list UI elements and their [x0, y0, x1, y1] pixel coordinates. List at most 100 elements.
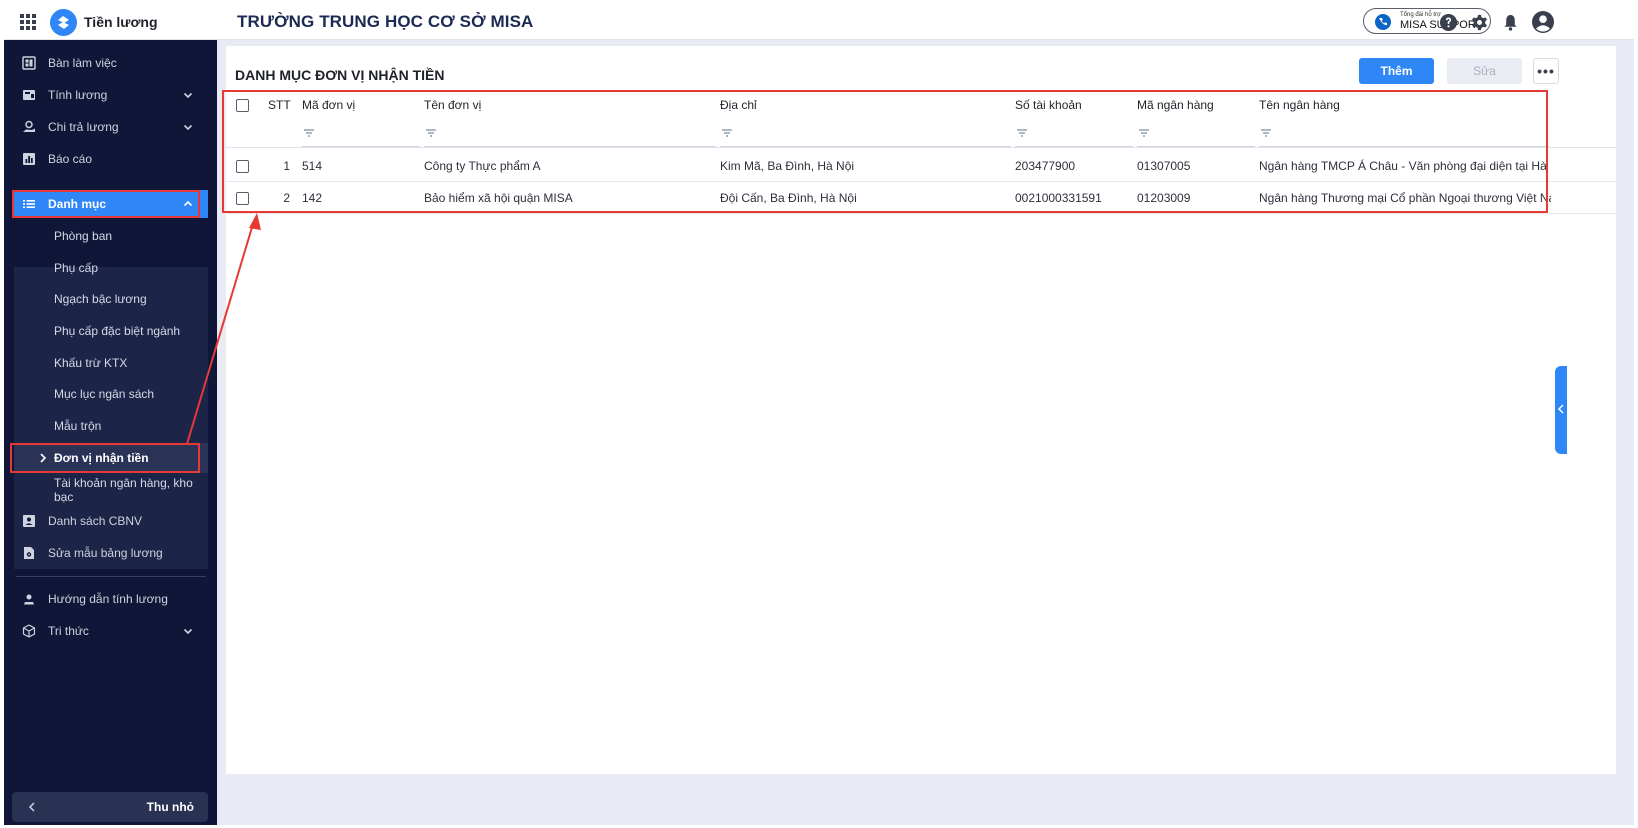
chevron-down-icon: [182, 89, 194, 101]
sidebar-item-reports[interactable]: Báo cáo: [14, 145, 208, 173]
edit-button[interactable]: Sửa: [1447, 58, 1522, 84]
table-row[interactable]: 1 514 Công ty Thực phẩm A Kim Mã, Ba Đìn…: [226, 150, 1616, 182]
column-header[interactable]: Mã đơn vị: [302, 90, 355, 120]
checkbox-box: [236, 191, 249, 205]
support-caption: Tổng đài hỗ trợ: [1400, 12, 1441, 18]
org-name: TRƯỜNG TRUNG HỌC CƠ SỞ MISA: [237, 12, 534, 31]
calculator-icon: [22, 88, 36, 102]
chevron-up-icon: [182, 198, 194, 210]
cell-stt: 2: [283, 191, 290, 205]
filter-icon: [1017, 129, 1027, 137]
cell-bank-code: 01307005: [1137, 159, 1191, 173]
sidebar: Bàn làm việc Tính lương Chi trả lương Bá…: [4, 40, 217, 825]
cell-account: 203477900: [1015, 159, 1076, 173]
cell-address: Kim Mã, Ba Đình, Hà Nội: [720, 159, 855, 173]
chevron-down-icon: [182, 625, 194, 637]
right-panel-toggle[interactable]: [1555, 366, 1567, 454]
sidebar-item-knowledge[interactable]: Tri thức: [14, 617, 208, 645]
sidebar-item-staff-list[interactable]: Danh sách CBNV: [14, 507, 208, 535]
filter-code[interactable]: [302, 120, 420, 147]
template-settings-icon: [22, 546, 36, 560]
sidebar-item-catalog[interactable]: Danh mục: [14, 190, 208, 218]
column-header[interactable]: Địa chỉ: [720, 90, 757, 120]
checkbox-box: [236, 98, 249, 112]
chevron-right-icon: [38, 452, 48, 464]
list-icon: [22, 197, 36, 211]
filter-bank-code[interactable]: [1137, 120, 1255, 147]
sidebar-item-label: Danh sách CBNV: [48, 514, 143, 528]
sidebar-item-label: Tri thức: [48, 624, 89, 638]
content-panel: DANH MỤC ĐƠN VỊ NHẬN TIỀN Thêm Sửa ••• S…: [226, 46, 1616, 774]
top-bar: Tiền lương TRƯỜNG TRUNG HỌC CƠ SỞ MISA T…: [4, 4, 1634, 40]
notification-bell-icon[interactable]: [1501, 13, 1520, 32]
filter-icon: [426, 129, 436, 137]
app-name: Tiền lương: [84, 14, 158, 30]
sidebar-item-label: Sửa mẫu bảng lương: [48, 546, 163, 560]
sidebar-item-label: Chi trả lương: [48, 120, 119, 134]
filter-icon: [304, 129, 314, 137]
cell-bank-name: Ngân hàng TMCP Á Châu - Văn phòng đại di…: [1259, 159, 1551, 173]
checkbox-box: [236, 159, 249, 173]
cell-account: 0021000331591: [1015, 191, 1102, 205]
sidebar-item-payroll-guide[interactable]: Hướng dẫn tính lương: [14, 585, 208, 613]
column-header[interactable]: STT: [268, 90, 291, 120]
filter-address[interactable]: [720, 120, 1011, 147]
phone-icon: [1375, 14, 1391, 30]
table-row[interactable]: 2 142 Bảo hiểm xã hội quận MISA Đội Cấn,…: [226, 182, 1616, 214]
sidebar-item-label: Hướng dẫn tính lương: [48, 592, 168, 606]
more-options-icon[interactable]: •••: [1533, 58, 1559, 84]
cell-code: 142: [302, 191, 323, 205]
select-all-checkbox[interactable]: [236, 90, 249, 120]
settings-gear-icon[interactable]: [1470, 13, 1489, 32]
filter-icon: [722, 129, 732, 137]
column-header[interactable]: Tên ngân hàng: [1259, 90, 1340, 120]
filter-account[interactable]: [1015, 120, 1133, 147]
cell-code: 514: [302, 159, 323, 173]
submenu-item-bank-accounts[interactable]: Tài khoản ngân hàng, kho bạc: [14, 475, 208, 505]
add-button[interactable]: Thêm: [1359, 58, 1434, 84]
row-checkbox[interactable]: [236, 150, 249, 182]
filter-icon: [1139, 129, 1149, 137]
cell-name: Công ty Thực phẩm A: [424, 159, 541, 173]
contact-card-icon: [22, 514, 36, 528]
submenu-item-budget-index[interactable]: Mục lục ngân sách: [14, 379, 208, 409]
apps-grid-icon[interactable]: [20, 14, 36, 30]
column-header[interactable]: Số tài khoản: [1015, 90, 1082, 120]
cell-bank-code: 01203009: [1137, 191, 1191, 205]
sidebar-item-label: Danh mục: [48, 197, 107, 211]
submenu-item-departments[interactable]: Phòng ban: [14, 221, 208, 251]
sidebar-item-desk[interactable]: Bàn làm việc: [14, 49, 208, 77]
sidebar-item-payroll[interactable]: Tính lương: [14, 81, 208, 109]
collapse-label: Thu nhỏ: [146, 800, 194, 814]
dashboard-icon: [22, 56, 36, 70]
sidebar-item-edit-payroll-template[interactable]: Sửa mẫu bảng lương: [14, 539, 208, 567]
cell-bank-name: Ngân hàng Thương mại Cổ phần Ngoại thươn…: [1259, 191, 1551, 205]
filter-name[interactable]: [424, 120, 716, 147]
submenu-item-special-allowances[interactable]: Phụ cấp đặc biệt ngành: [14, 316, 208, 346]
submenu-item-payees[interactable]: Đơn vị nhận tiền: [14, 443, 208, 473]
cube-icon: [22, 624, 36, 638]
sidebar-divider: [16, 576, 206, 577]
user-avatar-icon[interactable]: [1531, 10, 1555, 34]
user-guide-icon: [22, 592, 36, 606]
column-header[interactable]: Mã ngân hàng: [1137, 90, 1214, 120]
app-logo-icon: [50, 9, 77, 36]
help-icon[interactable]: [1439, 13, 1458, 32]
submenu-item-merge-templates[interactable]: Mẫu trộn: [14, 411, 208, 441]
sidebar-item-salary-payment[interactable]: Chi trả lương: [14, 113, 208, 141]
chevron-left-icon: [26, 801, 38, 813]
row-checkbox[interactable]: [236, 182, 249, 214]
submenu-item-dorm-deduction[interactable]: Khấu trừ KTX: [14, 348, 208, 378]
sidebar-item-label: Bàn làm việc: [48, 56, 117, 70]
chevron-left-icon: [1557, 404, 1564, 414]
submenu-item-allowances[interactable]: Phụ cấp: [14, 253, 208, 283]
filter-bank-name[interactable]: [1259, 120, 1549, 147]
collapse-sidebar-button[interactable]: Thu nhỏ: [12, 792, 208, 822]
filter-icon: [1261, 129, 1271, 137]
column-header[interactable]: Tên đơn vị: [424, 90, 481, 120]
submenu-item-salary-grades[interactable]: Ngạch bậc lương: [14, 284, 208, 314]
chevron-down-icon: [182, 121, 194, 133]
sidebar-item-label: Tính lương: [48, 88, 108, 102]
filter-row: [226, 120, 1616, 148]
cell-stt: 1: [283, 159, 290, 173]
